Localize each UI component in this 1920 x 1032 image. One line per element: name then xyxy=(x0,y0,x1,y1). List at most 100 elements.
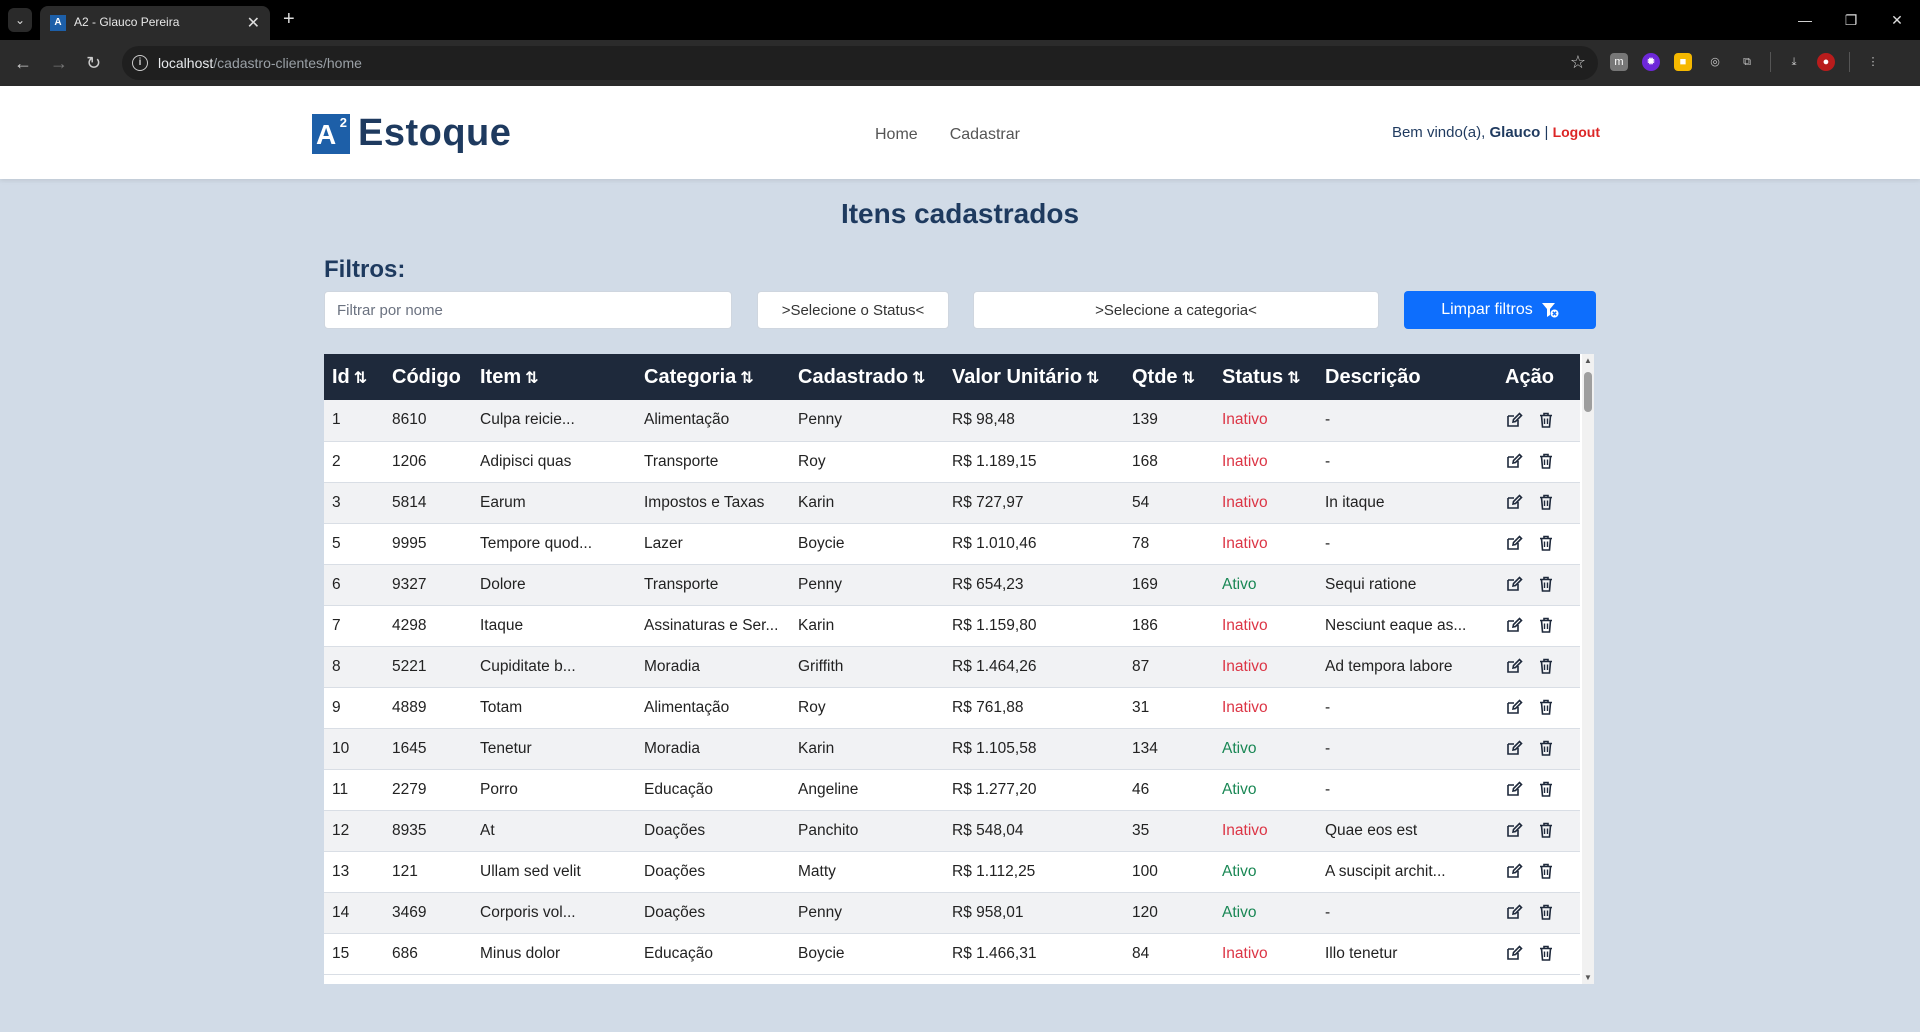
scroll-thumb[interactable] xyxy=(1584,372,1592,412)
name-filter-input[interactable] xyxy=(324,291,732,329)
edit-icon[interactable] xyxy=(1505,616,1523,634)
edit-icon[interactable] xyxy=(1505,903,1523,921)
tab-search-icon[interactable]: ⌄ xyxy=(8,8,32,32)
download-icon[interactable]: ⤓ xyxy=(1785,53,1803,71)
edit-icon[interactable] xyxy=(1505,821,1523,839)
cell-categoria: Doações xyxy=(644,903,706,921)
site-info-icon[interactable]: i xyxy=(132,55,148,71)
trash-icon[interactable] xyxy=(1537,493,1555,511)
table-row: 13 121 Ullam sed velit Doações Matty R$ 1.112… xyxy=(324,851,1580,892)
col-cadastrado[interactable]: Cadastrado ⇅ xyxy=(790,354,944,400)
cell-acao xyxy=(1497,687,1580,728)
nav-cadastrar[interactable]: Cadastrar xyxy=(950,126,1020,144)
extension-m-icon[interactable]: m xyxy=(1610,53,1628,71)
back-icon[interactable]: ← xyxy=(14,52,32,74)
logo[interactable]: A 2 Estoque xyxy=(312,112,511,155)
col-valor-unitario[interactable]: Valor Unitário ⇅ xyxy=(944,354,1124,400)
edit-icon[interactable] xyxy=(1505,534,1523,552)
new-tab-icon[interactable]: + xyxy=(283,8,295,30)
table-scrollbar[interactable]: ▲ ▼ xyxy=(1582,354,1594,984)
edit-icon[interactable] xyxy=(1505,862,1523,880)
edit-icon[interactable] xyxy=(1505,657,1523,675)
bookmark-star-icon[interactable]: ☆ xyxy=(1570,52,1586,73)
cell-descricao: - xyxy=(1325,698,1331,716)
trash-icon[interactable] xyxy=(1537,698,1555,716)
trash-icon[interactable] xyxy=(1537,534,1555,552)
trash-icon[interactable] xyxy=(1537,657,1555,675)
sort-arrows-icon[interactable]: ⇅ xyxy=(354,370,367,387)
category-select[interactable]: >Selecione a categoria< xyxy=(973,291,1379,329)
trash-icon[interactable] xyxy=(1537,903,1555,921)
trash-icon[interactable] xyxy=(1537,616,1555,634)
cell-status: Ativo xyxy=(1222,739,1257,757)
browser-tab-bar: ⌄ A A2 - Glauco Pereira ✕ + — ❐ ✕ xyxy=(0,0,1920,40)
clear-filters-button[interactable]: Limpar filtros xyxy=(1404,291,1596,329)
col-status[interactable]: Status ⇅ xyxy=(1214,354,1317,400)
extensions-puzzle-icon[interactable]: ⧉ xyxy=(1738,53,1756,71)
trash-icon[interactable] xyxy=(1537,821,1555,839)
sort-arrows-icon[interactable]: ⇅ xyxy=(912,370,925,387)
col-id[interactable]: Id ⇅ xyxy=(324,354,384,400)
col-qtde[interactable]: Qtde ⇅ xyxy=(1124,354,1214,400)
col-categoria[interactable]: Categoria ⇅ xyxy=(636,354,790,400)
extension-note-icon[interactable]: ■ xyxy=(1674,53,1692,71)
edit-icon[interactable] xyxy=(1505,739,1523,757)
cell-codigo: 2279 xyxy=(392,780,427,798)
cell-qtde: 139 xyxy=(1132,411,1158,429)
cell-acao xyxy=(1497,892,1580,933)
sort-arrows-icon[interactable]: ⇅ xyxy=(1287,370,1300,387)
edit-icon[interactable] xyxy=(1505,780,1523,798)
trash-icon[interactable] xyxy=(1537,575,1555,593)
sort-arrows-icon[interactable]: ⇅ xyxy=(1182,370,1195,387)
minimize-icon[interactable]: — xyxy=(1782,0,1828,40)
col-acao: Ação xyxy=(1505,365,1554,388)
edit-icon[interactable] xyxy=(1505,944,1523,962)
cell-descricao: - xyxy=(1325,739,1331,757)
edit-icon[interactable] xyxy=(1505,493,1523,511)
address-bar[interactable]: i localhost/cadastro-clientes/home ☆ xyxy=(122,46,1598,80)
sort-arrows-icon[interactable]: ⇅ xyxy=(1086,370,1099,387)
status-select[interactable]: >Selecione o Status< xyxy=(757,291,949,329)
scroll-up-icon[interactable]: ▲ xyxy=(1584,356,1592,365)
cell-descricao: Illo tenetur xyxy=(1325,944,1398,962)
table-row: 6 9327 Dolore Transporte Penny R$ 654,23 169 At… xyxy=(324,564,1580,605)
cell-status: Ativo xyxy=(1222,575,1257,593)
filters-label: Filtros: xyxy=(324,256,406,283)
restore-icon[interactable]: ❐ xyxy=(1828,0,1874,40)
edit-icon[interactable] xyxy=(1505,575,1523,593)
edit-icon[interactable] xyxy=(1505,452,1523,470)
reload-icon[interactable]: ↻ xyxy=(86,52,101,74)
cell-categoria: Alimentação xyxy=(644,411,730,429)
nav-home[interactable]: Home xyxy=(875,126,918,144)
cell-status: Inativo xyxy=(1222,411,1268,429)
cell-cadastrado: Panchito xyxy=(798,821,859,839)
cell-codigo: 686 xyxy=(392,944,418,962)
user-name: Glauco xyxy=(1489,124,1541,141)
col-item[interactable]: Item ⇅ xyxy=(472,354,636,400)
logout-link[interactable]: Logout xyxy=(1553,124,1600,140)
browser-tab[interactable]: A A2 - Glauco Pereira ✕ xyxy=(40,6,270,40)
cell-item: Itaque xyxy=(480,616,524,634)
trash-icon[interactable] xyxy=(1537,862,1555,880)
extension-gear-icon[interactable]: ✹ xyxy=(1642,53,1660,71)
forward-icon[interactable]: → xyxy=(50,52,68,74)
sort-arrows-icon[interactable]: ⇅ xyxy=(740,370,753,387)
edit-icon[interactable] xyxy=(1505,698,1523,716)
cell-valor: R$ 1.112,25 xyxy=(952,862,1036,880)
trash-icon[interactable] xyxy=(1537,739,1555,757)
browser-menu-icon[interactable]: ⋮ xyxy=(1864,53,1882,71)
trash-icon[interactable] xyxy=(1537,944,1555,962)
trash-icon[interactable] xyxy=(1537,780,1555,798)
close-window-icon[interactable]: ✕ xyxy=(1874,0,1920,40)
profile-avatar[interactable]: ● xyxy=(1817,53,1835,71)
extension-glasses-icon[interactable]: ◎ xyxy=(1706,53,1724,71)
scroll-down-icon[interactable]: ▼ xyxy=(1584,973,1592,982)
trash-icon[interactable] xyxy=(1537,452,1555,470)
tab-close-icon[interactable]: ✕ xyxy=(247,13,260,33)
table-body: 1 8610 Culpa reicie... Alimentação Penny R$ 9… xyxy=(324,400,1580,974)
table-row: 15 686 Minus dolor Educação Boycie R$ 1.466,3… xyxy=(324,933,1580,974)
trash-icon[interactable] xyxy=(1537,411,1555,429)
sort-arrows-icon[interactable]: ⇅ xyxy=(525,370,538,387)
edit-icon[interactable] xyxy=(1505,411,1523,429)
cell-categoria: Transporte xyxy=(644,452,719,470)
